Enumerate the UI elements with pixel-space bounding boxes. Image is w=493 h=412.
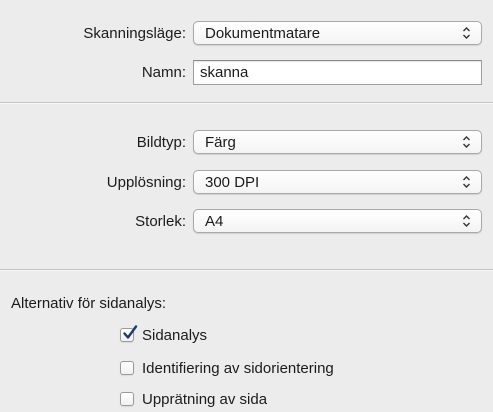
- updown-chevrons-icon: [463, 136, 470, 148]
- orientation-detection-checkbox[interactable]: [120, 361, 134, 375]
- resolution-row: Upplösning: 300 DPI: [0, 170, 493, 196]
- size-label: Storlek:: [135, 213, 186, 230]
- resolution-label: Upplösning:: [106, 174, 186, 191]
- separator-bottom: [0, 269, 493, 271]
- scan-mode-popup[interactable]: Dokumentmatare: [193, 21, 482, 45]
- orientation-detection-option-label: Identifiering av sidorientering: [142, 360, 334, 377]
- scan-mode-value: Dokumentmatare: [205, 25, 321, 42]
- updown-chevrons-icon: [463, 176, 470, 188]
- updown-chevrons-icon: [463, 27, 470, 39]
- resolution-popup[interactable]: 300 DPI: [193, 170, 482, 194]
- image-type-row: Bildtyp: Färg: [0, 130, 493, 156]
- page-analysis-checkbox[interactable]: [120, 325, 138, 342]
- image-type-label: Bildtyp:: [136, 134, 186, 151]
- checkmark-icon: [123, 325, 138, 339]
- scan-mode-row: Skanningsläge: Dokumentmatare: [0, 21, 493, 47]
- image-type-popup[interactable]: Färg: [193, 130, 482, 154]
- name-label: Namn:: [141, 64, 186, 81]
- page-analysis-option-label: Sidanalys: [142, 327, 208, 344]
- page-analysis-title: Alternativ för sidanalys:: [11, 295, 167, 312]
- size-value: A4: [205, 213, 224, 230]
- size-popup[interactable]: A4: [193, 209, 482, 233]
- scanner-settings-panel: Skanningsläge: Dokumentmatare Namn: Bild…: [0, 0, 493, 412]
- separator-top: [0, 102, 493, 104]
- name-row: Namn:: [0, 60, 493, 86]
- size-row: Storlek: A4: [0, 209, 493, 235]
- image-type-value: Färg: [205, 134, 236, 151]
- resolution-value: 300 DPI: [205, 174, 260, 191]
- deskew-checkbox[interactable]: [120, 392, 134, 406]
- scan-mode-label: Skanningsläge:: [83, 25, 186, 42]
- deskew-option-label: Upprätning av sida: [142, 391, 268, 408]
- name-input[interactable]: [193, 60, 482, 85]
- updown-chevrons-icon: [463, 215, 470, 227]
